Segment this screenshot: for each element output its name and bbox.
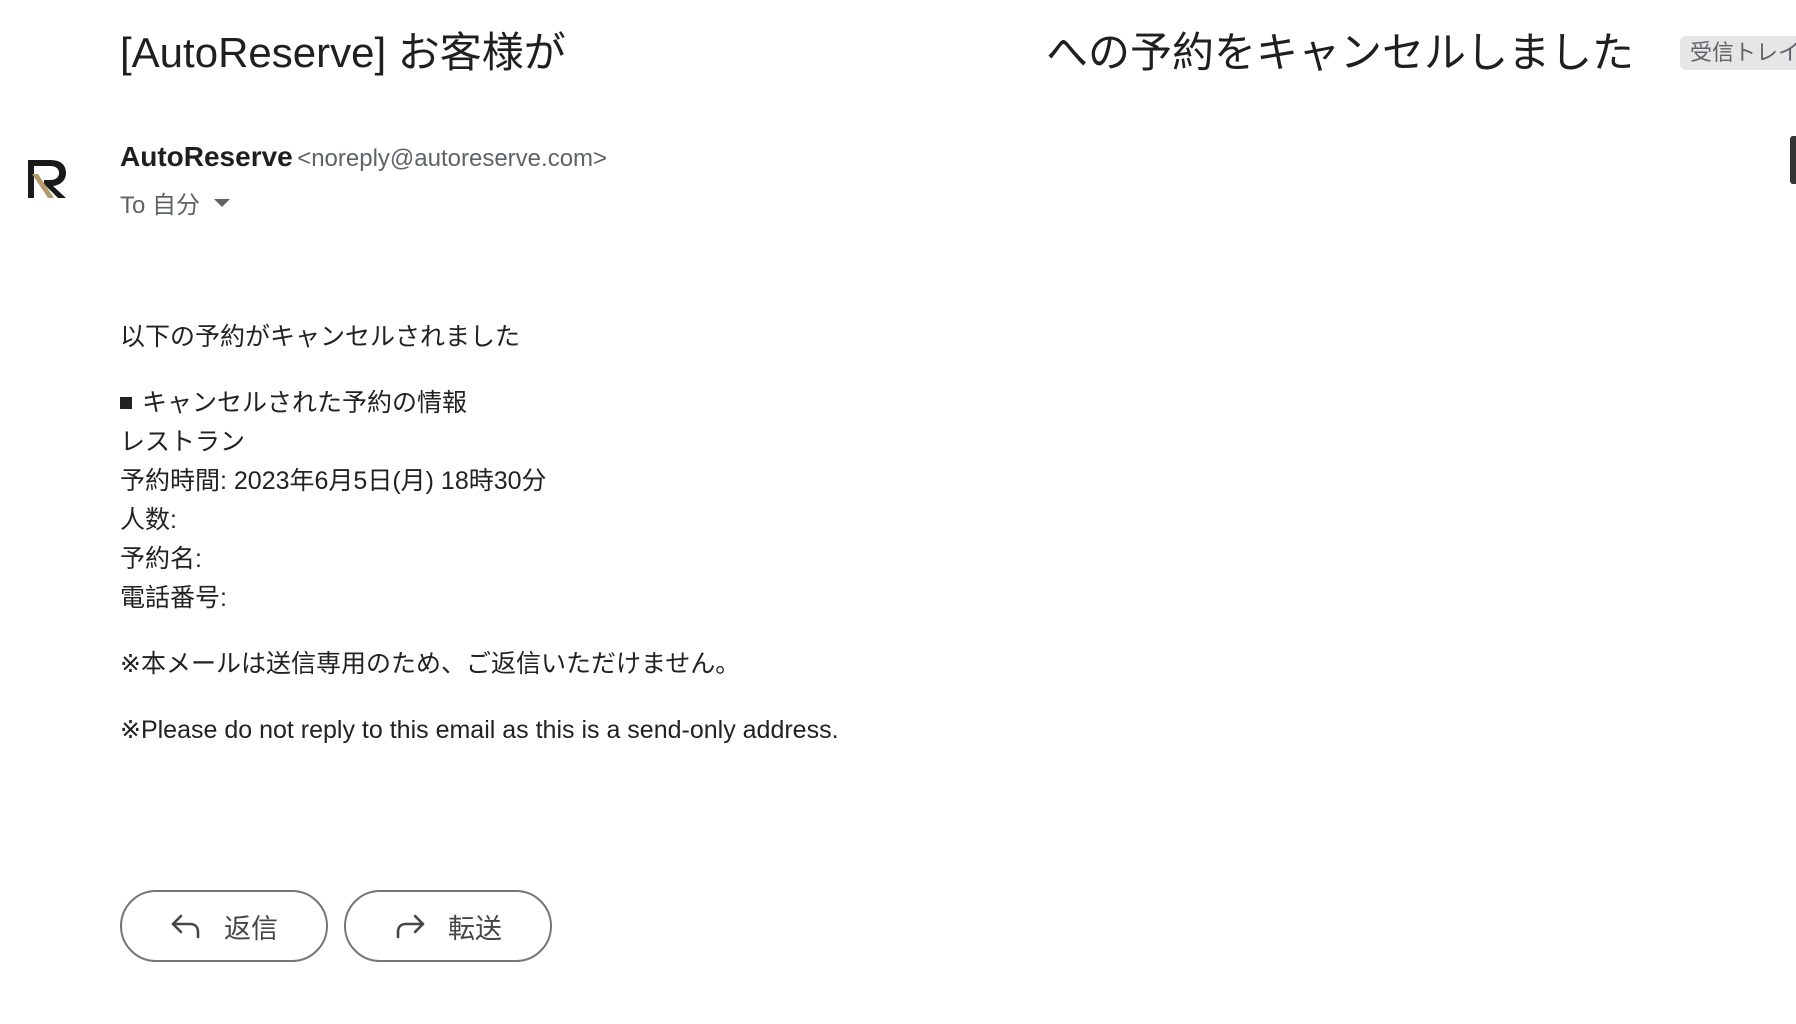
recipient-toggle[interactable]: To 自分: [120, 185, 607, 220]
email-view: [AutoReserve] お客様が への予約をキャンセルしました 受信トレイ …: [0, 0, 1796, 1024]
body-intro: 以下の予約がキャンセルされました: [120, 323, 521, 351]
section-heading-text: キャンセルされた予約の情報: [142, 389, 468, 417]
party-size: 人数:: [120, 506, 177, 534]
reply-button[interactable]: 返信: [120, 890, 328, 962]
forward-button[interactable]: 転送: [344, 890, 552, 962]
sender-email: <noreply@autoreserve.com>: [297, 145, 608, 172]
reservation-name: 予約名:: [120, 545, 202, 573]
inbox-label-chip[interactable]: 受信トレイ: [1680, 36, 1796, 70]
email-body: 以下の予約がキャンセルされました キャンセルされた予約の情報 レストラン 予約時…: [120, 318, 839, 750]
reservation-time: 予約時間: 2023年6月5日(月) 18時30分: [120, 467, 547, 495]
edge-marker: [1790, 136, 1796, 184]
notice-english: ※Please do not reply to this email as th…: [120, 716, 839, 744]
notice-japanese: ※本メールは送信専用のため、ご返信いただけません。: [120, 650, 741, 678]
square-bullet-icon: [120, 397, 132, 409]
phone-number: 電話番号:: [120, 584, 227, 612]
action-buttons: 返信 転送: [120, 890, 552, 962]
email-subject: [AutoReserve] お客様が: [120, 29, 566, 76]
subject-row: [AutoReserve] お客様が への予約をキャンセルしました 受信トレイ: [120, 22, 1796, 82]
section-heading: キャンセルされた予約の情報: [120, 384, 839, 423]
sender-line: AutoReserve <noreply@autoreserve.com>: [120, 140, 607, 179]
restaurant-name: レストラン: [120, 428, 246, 456]
forward-icon: [396, 914, 425, 939]
reply-icon: [171, 914, 200, 939]
sender-block: AutoReserve <noreply@autoreserve.com> To…: [120, 140, 607, 220]
sender-avatar[interactable]: [24, 154, 74, 204]
recipient-label: To 自分: [120, 192, 201, 219]
autoreserve-logo-icon: [28, 160, 66, 198]
forward-label: 転送: [448, 913, 502, 944]
reply-label: 返信: [224, 913, 278, 944]
caret-down-icon[interactable]: [214, 198, 231, 207]
email-subject-continued: への予約をキャンセルしました: [1046, 29, 1635, 76]
sender-name[interactable]: AutoReserve: [120, 141, 293, 172]
